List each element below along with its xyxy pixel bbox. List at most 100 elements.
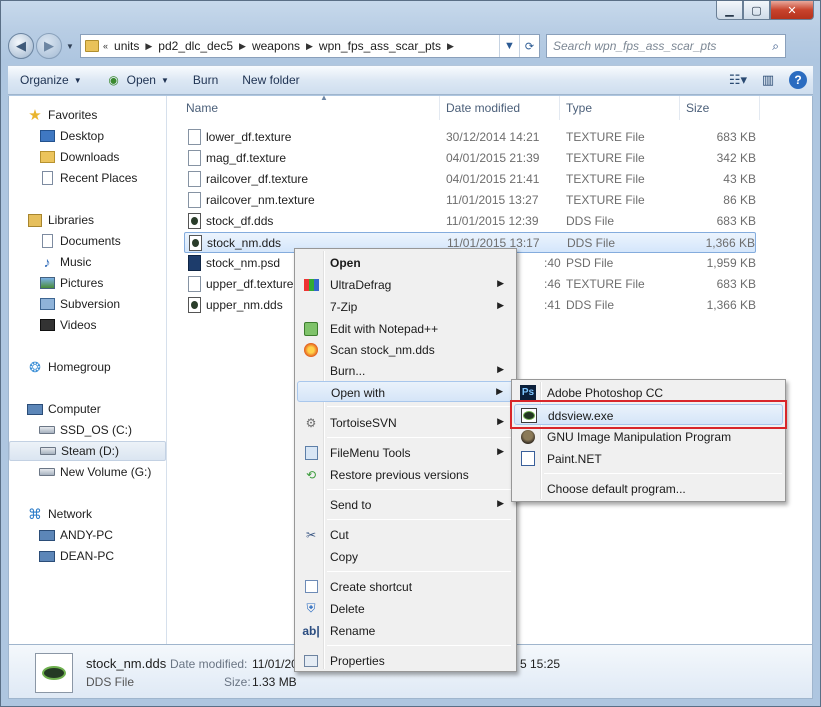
nav-andy-pc[interactable]: ANDY-PC [9, 525, 166, 545]
chevron-right-icon[interactable]: ▶ [304, 41, 315, 52]
submenu-arrow-icon: ▶ [497, 416, 504, 426]
menu-item-copy[interactable]: Copy [297, 546, 514, 567]
address-segment-weapons[interactable]: weapons [248, 39, 304, 53]
menu-item-filemenu-tools[interactable]: FileMenu Tools ▶ [297, 442, 514, 463]
forward-button[interactable]: ▶ [36, 33, 62, 59]
nav-documents[interactable]: Documents [9, 231, 166, 251]
column-header-date[interactable]: Date modified [440, 96, 560, 120]
address-bar[interactable]: « units ▶ pd2_dlc_dec5 ▶ weapons ▶ wpn_f… [80, 34, 540, 58]
column-header-type[interactable]: Type [560, 96, 680, 120]
menu-item-restore[interactable]: ⟲ Restore previous versions [297, 464, 514, 485]
menu-label: GNU Image Manipulation Program [547, 430, 732, 444]
chevron-right-icon[interactable]: ▶ [445, 41, 456, 52]
burn-button[interactable]: Burn [181, 73, 230, 87]
nav-recent-places[interactable]: Recent Places [9, 168, 166, 188]
nav-network[interactable]: ⌘ Network [9, 504, 166, 524]
nav-computer[interactable]: Computer [9, 399, 166, 419]
nav-libraries[interactable]: Libraries [9, 210, 166, 230]
nav-ssd-os[interactable]: SSD_OS (C:) [9, 420, 166, 440]
chevron-right-icon[interactable]: ▶ [143, 41, 154, 52]
file-row[interactable]: railcover_df.texture 04/01/2015 21:41 TE… [184, 169, 756, 190]
nav-downloads[interactable]: Downloads [9, 147, 166, 167]
nav-videos[interactable]: Videos [9, 315, 166, 335]
menu-item-cut[interactable]: ✂ Cut [297, 524, 514, 545]
nav-pictures[interactable]: Pictures [9, 273, 166, 293]
documents-icon [41, 234, 53, 248]
file-date: 04/01/2015 21:39 [446, 151, 540, 165]
menu-item-delete[interactable]: ⛨ Delete [297, 598, 514, 619]
organize-button[interactable]: Organize ▼ [8, 73, 94, 87]
view-options-icon[interactable]: ☷▾ [727, 70, 749, 90]
submenu-arrow-icon: ▶ [497, 498, 504, 508]
nav-new-volume[interactable]: New Volume (G:) [9, 462, 166, 482]
nav-homegroup[interactable]: ❂ Homegroup [9, 357, 166, 377]
menu-item-notepadpp[interactable]: Edit with Notepad++ [297, 318, 514, 339]
menu-item-create-shortcut[interactable]: Create shortcut [297, 576, 514, 597]
nav-desktop[interactable]: Desktop [9, 126, 166, 146]
open-with-choose-default[interactable]: Choose default program... [514, 478, 783, 499]
address-dropdown-icon[interactable]: ▼ [499, 35, 519, 57]
new-folder-button[interactable]: New folder [230, 73, 311, 87]
paintnet-icon [521, 451, 535, 466]
preview-pane-icon[interactable]: ▥ [757, 70, 779, 90]
menu-label: Open with [331, 386, 386, 400]
chevron-right-icon[interactable]: ▶ [237, 41, 248, 52]
network-icon: ⌘ [28, 505, 42, 522]
menu-item-burn[interactable]: Burn... ▶ [297, 360, 514, 381]
search-input[interactable]: Search wpn_fps_ass_scar_pts ⌕ [546, 34, 786, 58]
nav-dean-pc[interactable]: DEAN-PC [9, 546, 166, 566]
menu-item-send-to[interactable]: Send to ▶ [297, 494, 514, 515]
nav-label: New Volume (G:) [60, 465, 152, 479]
address-overflow[interactable]: « [101, 41, 110, 51]
close-button[interactable]: ✕ [770, 1, 814, 20]
details-date-tail: 5 15:25 [520, 657, 561, 671]
column-label: Date modified [446, 101, 521, 115]
address-segment-current[interactable]: wpn_fps_ass_scar_pts [315, 39, 445, 53]
back-button[interactable]: ◀ [8, 33, 34, 59]
menu-label: TortoiseSVN [330, 416, 397, 430]
menu-item-properties[interactable]: Properties [297, 650, 514, 671]
open-label: Open [126, 73, 156, 87]
menu-item-ultradefrag[interactable]: UltraDefrag ▶ [297, 274, 514, 295]
file-row[interactable]: railcover_nm.texture 11/01/2015 13:27 TE… [184, 190, 756, 211]
nav-music[interactable]: ♪ Music [9, 252, 166, 272]
menu-item-open[interactable]: Open [297, 252, 514, 273]
minimize-button[interactable]: ▁ [716, 1, 743, 20]
photoshop-icon: Ps [520, 385, 536, 400]
open-with-gimp[interactable]: GNU Image Manipulation Program [514, 426, 783, 447]
nav-subversion[interactable]: Subversion [9, 294, 166, 314]
column-label: Size [686, 101, 710, 115]
column-header-size[interactable]: Size [680, 96, 760, 120]
ddsview-eye-icon [42, 666, 66, 680]
search-icon[interactable]: ⌕ [772, 39, 779, 54]
nav-label: DEAN-PC [60, 549, 115, 563]
maximize-button[interactable]: ▢ [743, 1, 770, 20]
nav-label: Network [48, 507, 93, 521]
column-header-name[interactable]: Name ▲ [180, 93, 440, 120]
file-date: 11/01/2015 13:27 [446, 193, 539, 207]
file-size: 43 KB [723, 172, 756, 186]
menu-item-rename[interactable]: ab| Rename [297, 620, 514, 641]
filemenu-tools-icon [304, 445, 318, 460]
delete-shield-icon: ⛨ [306, 601, 316, 615]
file-row[interactable]: mag_df.texture 04/01/2015 21:39 TEXTURE … [184, 148, 756, 169]
menu-item-tortoisesvn[interactable]: ⚙ TortoiseSVN ▶ [297, 412, 514, 433]
address-segment-units[interactable]: units [110, 39, 143, 53]
open-with-paintnet[interactable]: Paint.NET [514, 448, 783, 469]
recent-pages-dropdown[interactable]: ▼ [64, 42, 76, 51]
menu-item-scan[interactable]: Scan stock_nm.dds [297, 339, 514, 360]
help-button[interactable]: ? [787, 70, 809, 90]
ddsview-eye-icon: ◉ [108, 73, 119, 87]
nav-steam[interactable]: Steam (D:) [9, 441, 166, 461]
menu-label: Open [330, 256, 361, 270]
refresh-icon[interactable]: ⟳ [519, 35, 539, 57]
menu-item-open-with[interactable]: Open with ▶ [297, 381, 514, 402]
open-button[interactable]: ◉ Open ▼ [94, 73, 181, 87]
file-row[interactable]: lower_df.texture 30/12/2014 14:21 TEXTUR… [184, 127, 756, 148]
address-segment-pd2[interactable]: pd2_dlc_dec5 [154, 39, 237, 53]
menu-item-7zip[interactable]: 7-Zip ▶ [297, 296, 514, 317]
file-row[interactable]: stock_df.dds 11/01/2015 12:39 DDS File 6… [184, 211, 756, 232]
nav-label: Recent Places [60, 171, 138, 185]
nav-favorites[interactable]: ★ Favorites [9, 105, 166, 125]
file-date: :40 [544, 256, 561, 270]
